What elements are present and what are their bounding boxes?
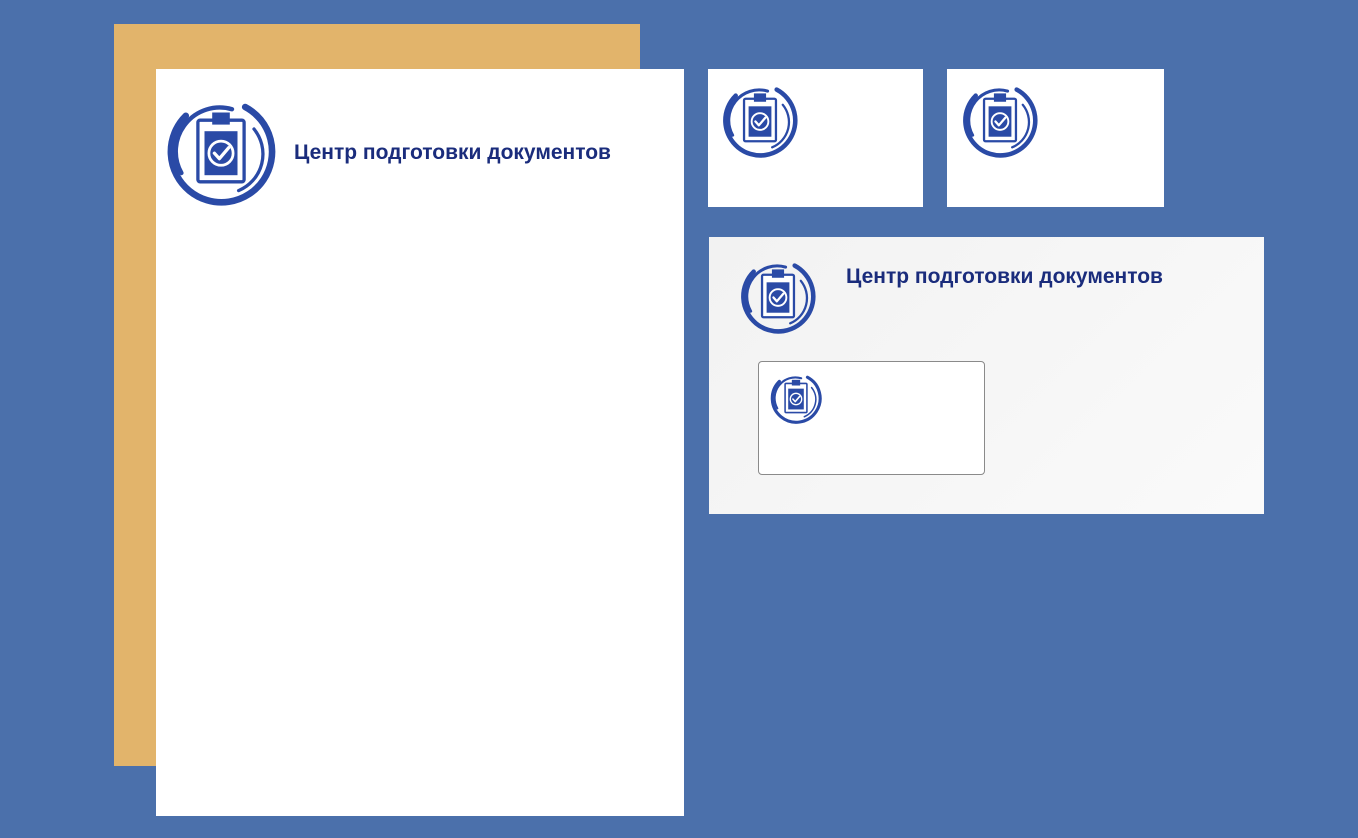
clipboard-check-icon: [962, 82, 1038, 158]
clipboard-check-icon: [166, 96, 276, 206]
envelope: Центр подготовки документов: [709, 237, 1264, 514]
business-card-back: [947, 69, 1164, 207]
envelope-window: [758, 361, 985, 475]
business-card-front: [708, 69, 923, 207]
clipboard-check-icon: [722, 82, 798, 158]
letterhead-brand-name: Центр подготовки документов: [294, 141, 611, 164]
envelope-brand-name: Центр подготовки документов: [846, 265, 1163, 288]
clipboard-check-icon: [740, 258, 816, 334]
clipboard-check-icon: [770, 372, 822, 424]
letterhead-sheet: Центр подготовки документов: [156, 69, 684, 816]
